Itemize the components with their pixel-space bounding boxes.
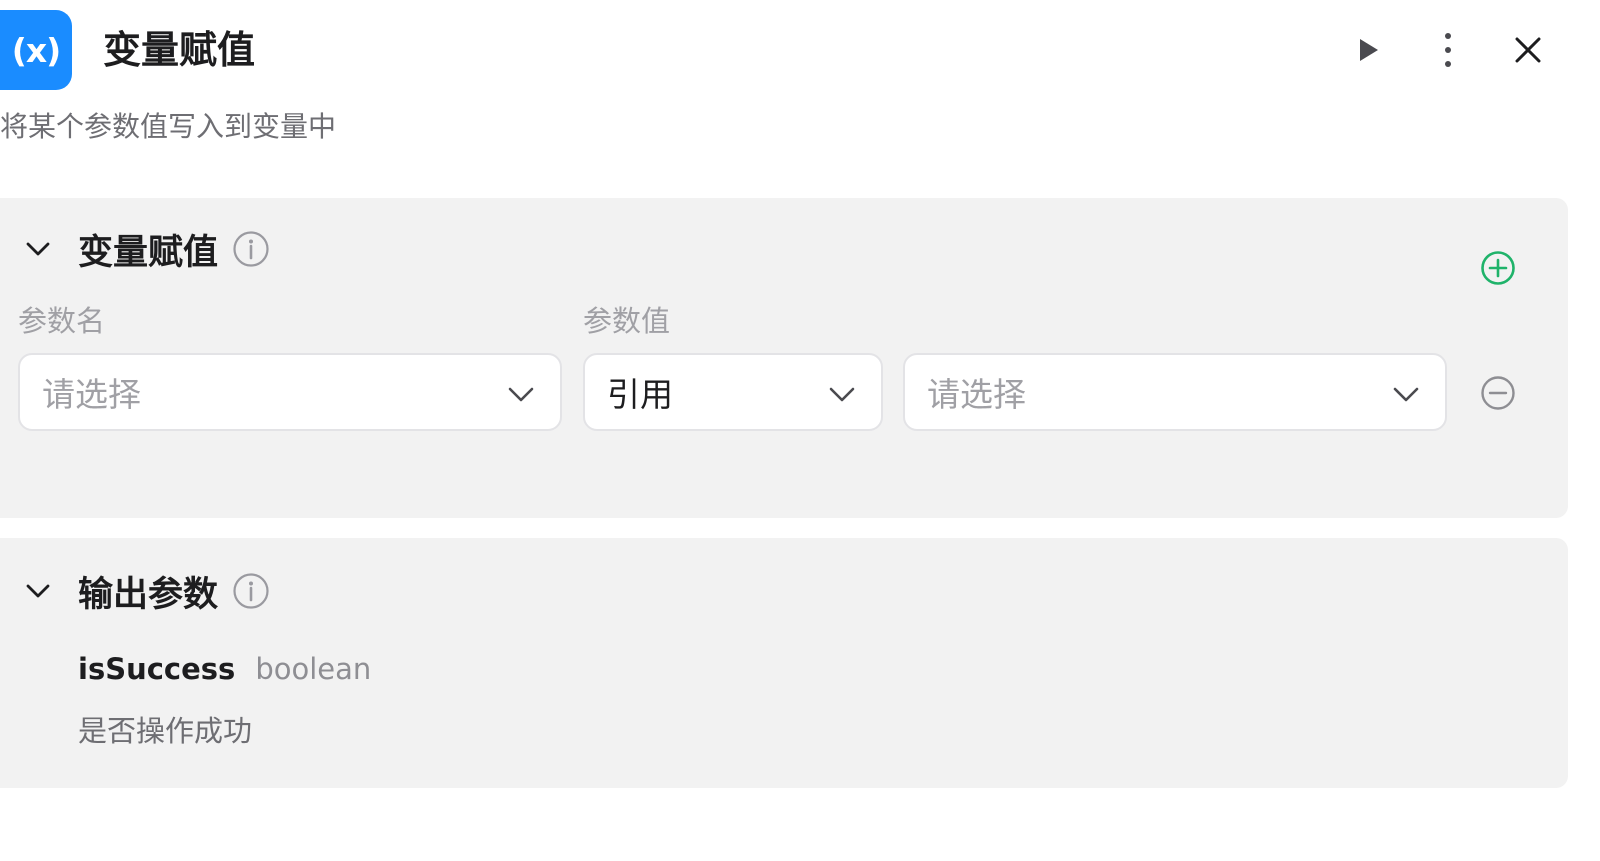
remove-variable-button[interactable] xyxy=(1478,373,1518,413)
more-vertical-icon xyxy=(1445,33,1451,67)
close-icon xyxy=(1515,37,1541,63)
output-section-title: 输出参数 xyxy=(78,574,219,615)
assign-section-title: 变量赋值 xyxy=(78,232,219,273)
more-button[interactable] xyxy=(1426,28,1470,72)
add-variable-button[interactable] xyxy=(1478,248,1518,288)
play-icon xyxy=(1360,39,1378,61)
chevron-down-icon xyxy=(1391,379,1421,409)
param-name-select[interactable]: 请选择 xyxy=(18,353,562,431)
output-param-description: 是否操作成功 xyxy=(78,714,253,748)
chevron-down-icon xyxy=(506,379,536,409)
assign-section-header[interactable]: 变量赋值 xyxy=(18,224,270,274)
value-reference-select[interactable]: 请选择 xyxy=(903,353,1447,431)
node-title: 变量赋值 xyxy=(103,28,256,72)
output-param-type: boolean xyxy=(255,652,372,686)
minus-circle-icon xyxy=(1481,376,1515,410)
output-param-row: isSuccess boolean xyxy=(78,652,371,686)
info-icon[interactable] xyxy=(232,572,270,610)
assign-section: 变量赋值 参数名 参数值 请选择 引用 请选择 xyxy=(0,198,1568,518)
value-mode-select-value: 引用 xyxy=(607,375,673,414)
node-description: 将某个参数值写入到变量中 xyxy=(0,110,337,143)
run-button[interactable] xyxy=(1346,28,1390,72)
value-mode-select[interactable]: 引用 xyxy=(583,353,883,431)
node-header: (x) 变量赋值 xyxy=(0,10,1600,90)
info-icon[interactable] xyxy=(232,230,270,268)
chevron-down-icon xyxy=(827,379,857,409)
value-reference-select-value: 请选择 xyxy=(927,375,1026,414)
param-value-label: 参数值 xyxy=(583,304,671,338)
chevron-down-icon[interactable] xyxy=(18,229,58,269)
chevron-down-icon[interactable] xyxy=(18,571,58,611)
close-button[interactable] xyxy=(1506,28,1550,72)
output-section-header[interactable]: 输出参数 xyxy=(18,566,270,616)
output-param-name: isSuccess xyxy=(78,652,236,686)
plus-circle-icon xyxy=(1481,251,1515,285)
variable-icon-text: (x) xyxy=(11,30,61,70)
output-section: 输出参数 isSuccess boolean 是否操作成功 xyxy=(0,538,1568,788)
param-name-select-value: 请选择 xyxy=(42,375,141,414)
variable-icon: (x) xyxy=(0,10,72,90)
param-name-label: 参数名 xyxy=(18,304,106,338)
